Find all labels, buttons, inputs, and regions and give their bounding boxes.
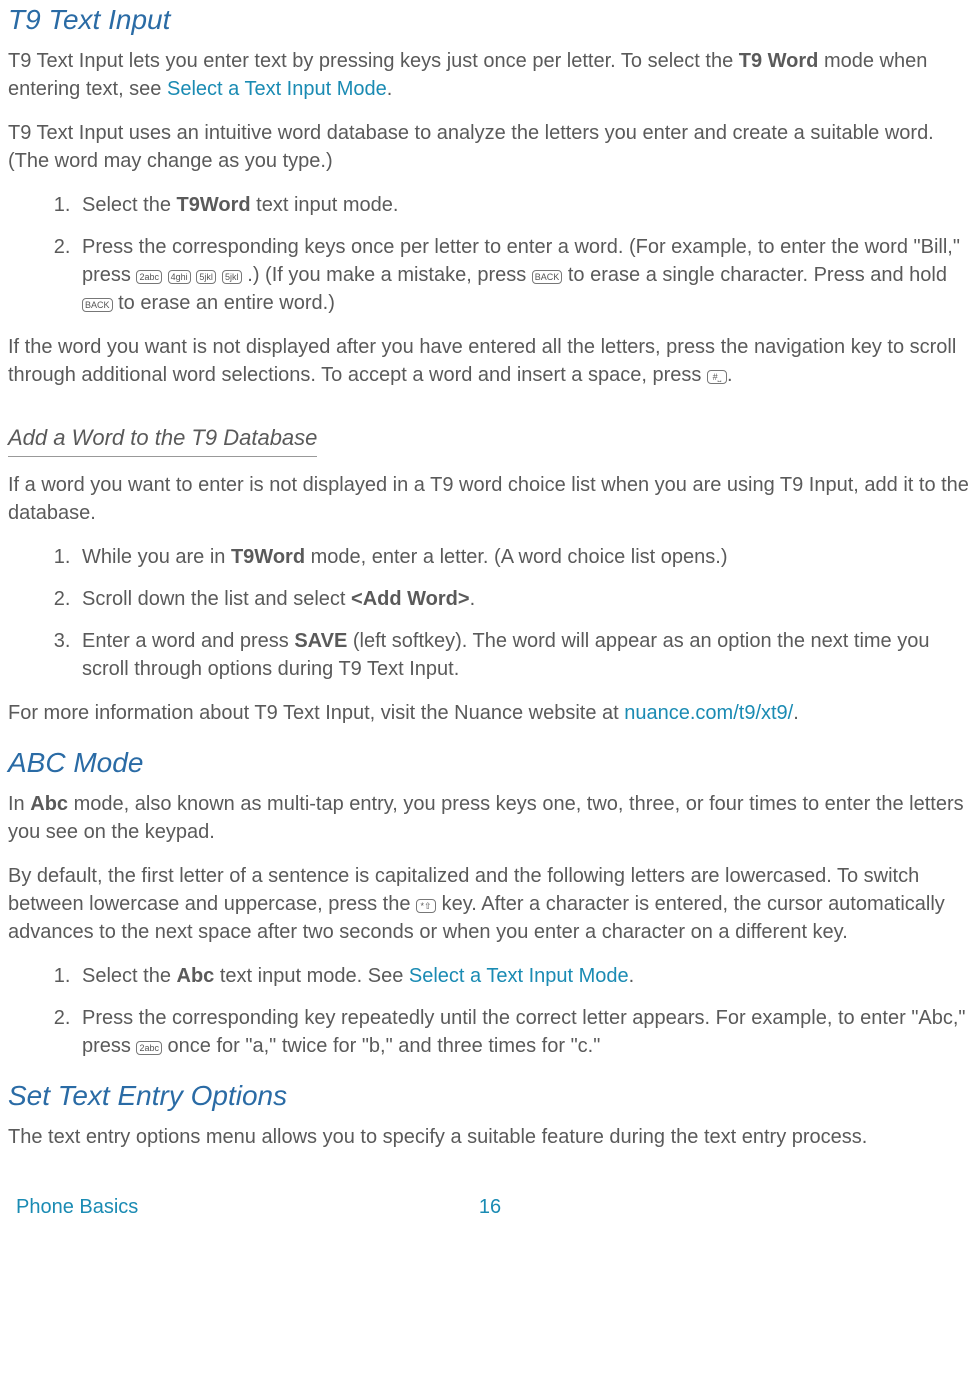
t9-p3: If the word you want is not displayed af… [8, 333, 972, 389]
heading-abc: ABC Mode [8, 743, 972, 782]
text: to erase a single character. Press and h… [568, 264, 947, 286]
text: to erase an entire word.) [118, 292, 335, 314]
text: While you are in [82, 546, 231, 568]
list-item: Select the T9Word text input mode. [76, 191, 972, 219]
bold: Abc [30, 793, 68, 815]
text: If the word you want is not displayed af… [8, 336, 956, 386]
link-select-text-input-mode[interactable]: Select a Text Input Mode [167, 78, 387, 100]
heading-t9: T9 Text Input [8, 0, 972, 39]
add-word-steps: While you are in T9Word mode, enter a le… [8, 543, 972, 683]
text: . [387, 78, 393, 100]
key-2-icon: 2abc [136, 1041, 162, 1055]
list-item: Enter a word and press SAVE (left softke… [76, 627, 972, 683]
key-2-icon: 2abc [136, 270, 162, 284]
text: text input mode. [251, 194, 399, 216]
key-5-icon: 5jkl [196, 270, 216, 284]
bold: Abc [177, 965, 215, 987]
bold: T9Word [177, 194, 251, 216]
bold: <Add Word> [351, 588, 470, 610]
text: . [470, 588, 476, 610]
key-4-icon: 4ghi [168, 270, 191, 284]
key-5-icon: 5jkl [222, 270, 242, 284]
abc-steps: Select the Abc text input mode. See Sele… [8, 962, 972, 1060]
t9-intro: T9 Text Input lets you enter text by pre… [8, 47, 972, 103]
heading-set-options: Set Text Entry Options [8, 1076, 972, 1115]
document-page: T9 Text Input T9 Text Input lets you ent… [0, 0, 980, 1197]
add-word-p1: If a word you want to enter is not displ… [8, 471, 972, 527]
text: . [793, 702, 799, 724]
text: For more information about T9 Text Input… [8, 702, 624, 724]
set-options-p1: The text entry options menu allows you t… [8, 1123, 972, 1151]
text: T9 Text Input lets you enter text by pre… [8, 50, 739, 72]
link-nuance[interactable]: nuance.com/t9/xt9/ [624, 702, 793, 724]
list-item: Press the corresponding key repeatedly u… [76, 1004, 972, 1060]
key-back-icon: BACK [532, 270, 563, 284]
link-select-text-input-mode[interactable]: Select a Text Input Mode [409, 965, 629, 987]
key-star-icon: *⇧ [416, 899, 436, 913]
text: Select the [82, 194, 177, 216]
footer-page-number: 16 [8, 1193, 972, 1221]
bold-t9word: T9 Word [739, 50, 819, 72]
text: . [727, 364, 733, 386]
text: mode, enter a letter. (A word choice lis… [305, 546, 727, 568]
t9-steps: Select the T9Word text input mode. Press… [8, 191, 972, 317]
heading-add-word: Add a Word to the T9 Database [8, 423, 317, 457]
text: Enter a word and press [82, 630, 294, 652]
key-back-icon: BACK [82, 298, 113, 312]
text: once for "a," twice for "b," and three t… [162, 1035, 600, 1057]
bold: T9Word [231, 546, 305, 568]
bold: SAVE [294, 630, 347, 652]
text: Select the [82, 965, 177, 987]
list-item: Press the corresponding keys once per le… [76, 233, 972, 317]
text: mode, also known as multi-tap entry, you… [8, 793, 964, 843]
list-item: Scroll down the list and select <Add Wor… [76, 585, 972, 613]
t9-p2: T9 Text Input uses an intuitive word dat… [8, 119, 972, 175]
text: text input mode. See [214, 965, 409, 987]
list-item: Select the Abc text input mode. See Sele… [76, 962, 972, 990]
key-hash-icon: #⎵ [707, 370, 727, 384]
abc-p1: In Abc mode, also known as multi-tap ent… [8, 790, 972, 846]
text: .) (If you make a mistake, press [247, 264, 532, 286]
add-word-p2: For more information about T9 Text Input… [8, 699, 972, 727]
abc-p2: By default, the first letter of a senten… [8, 862, 972, 946]
text: In [8, 793, 30, 815]
text: . [629, 965, 635, 987]
list-item: While you are in T9Word mode, enter a le… [76, 543, 972, 571]
text: Scroll down the list and select [82, 588, 351, 610]
page-footer: Phone Basics 16 [8, 1167, 972, 1197]
